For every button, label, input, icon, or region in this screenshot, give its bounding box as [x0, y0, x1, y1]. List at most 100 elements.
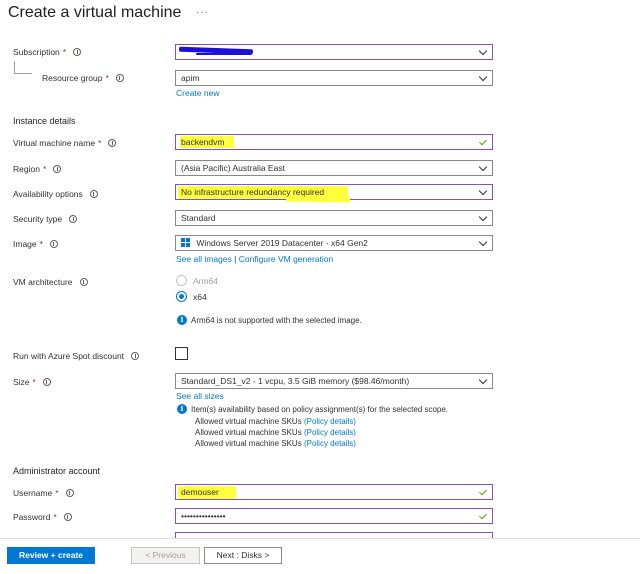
- info-icon[interactable]: [108, 139, 117, 147]
- previous-button[interactable]: < Previous: [131, 547, 200, 564]
- password-label-text: Password: [13, 512, 51, 522]
- policy-line-text: Allowed virtual machine SKUs: [195, 439, 302, 448]
- info-icon[interactable]: [131, 352, 140, 360]
- username-value: demouser: [181, 487, 219, 497]
- password-label: Password *: [13, 512, 72, 522]
- image-links: See all images | Configure VM generation: [176, 254, 333, 264]
- windows-logo-icon: [181, 238, 190, 247]
- info-icon[interactable]: [89, 190, 98, 198]
- size-value: Standard_DS1_v2 - 1 vcpu, 3.5 GiB memory…: [181, 376, 410, 386]
- info-icon[interactable]: [53, 165, 62, 173]
- required-marker: *: [53, 512, 57, 522]
- info-icon[interactable]: [65, 489, 74, 497]
- required-marker: *: [62, 47, 67, 57]
- region-label: Region *: [13, 164, 62, 174]
- chevron-down-icon: [478, 237, 488, 247]
- checkmark-icon: [479, 137, 487, 146]
- x64-radio-label: x64: [193, 292, 207, 302]
- password-value: •••••••••••••••: [181, 511, 226, 521]
- region-label-text: Region: [13, 164, 40, 174]
- x64-radio[interactable]: [176, 291, 187, 302]
- security-type-value: Standard: [181, 213, 216, 223]
- more-options-icon[interactable]: ···: [196, 7, 209, 18]
- availability-label-text: Availability options: [13, 189, 83, 199]
- redaction-scribble: [196, 53, 252, 55]
- chevron-down-icon: [478, 186, 488, 196]
- availability-dropdown[interactable]: No infrastructure redundancy required: [175, 184, 493, 203]
- vm-name-label-text: Virtual machine name: [13, 138, 96, 148]
- resource-group-label-text: Resource group: [42, 73, 103, 83]
- username-input[interactable]: demouser: [175, 484, 493, 500]
- checkmark-icon: [479, 511, 487, 520]
- policy-line-text: Allowed virtual machine SKUs: [195, 417, 302, 426]
- required-marker: *: [105, 73, 109, 83]
- required-marker: *: [39, 239, 43, 249]
- policy-details-link[interactable]: (Policy details): [304, 428, 356, 437]
- size-label-text: Size: [13, 377, 30, 387]
- chevron-down-icon: [478, 72, 488, 82]
- info-icon[interactable]: [73, 48, 82, 56]
- region-dropdown[interactable]: (Asia Pacific) Australia East: [175, 160, 493, 176]
- required-marker: *: [32, 377, 36, 387]
- image-label-text: Image: [13, 239, 37, 249]
- instance-details-heading: Instance details: [13, 116, 76, 126]
- info-icon[interactable]: [69, 215, 78, 223]
- page-title: Create a virtual machine: [8, 4, 182, 21]
- security-type-label: Security type: [13, 214, 78, 224]
- vm-architecture-label: VM architecture: [13, 277, 88, 287]
- see-all-images-link[interactable]: See all images: [176, 254, 232, 264]
- review-create-button[interactable]: Review + create: [7, 547, 95, 564]
- chevron-down-icon: [478, 375, 488, 385]
- size-policy-note: Item(s) availability based on policy ass…: [191, 405, 449, 414]
- info-filled-icon: i: [177, 404, 187, 414]
- subscription-label-text: Subscription: [13, 47, 60, 57]
- policy-line: Allowed virtual machine SKUs (Policy det…: [195, 417, 356, 426]
- info-icon[interactable]: [79, 278, 88, 286]
- vm-architecture-label-text: VM architecture: [13, 277, 73, 287]
- required-marker: *: [42, 164, 47, 174]
- size-dropdown[interactable]: Standard_DS1_v2 - 1 vcpu, 3.5 GiB memory…: [175, 373, 493, 389]
- vm-name-value: backendvm: [181, 137, 225, 147]
- configure-vm-generation-link[interactable]: Configure VM generation: [239, 254, 334, 264]
- availability-label: Availability options: [13, 189, 98, 199]
- tree-connector: [14, 61, 15, 73]
- resource-group-value: apim: [181, 73, 200, 83]
- arm64-radio[interactable]: [176, 275, 187, 286]
- policy-line-text: Allowed virtual machine SKUs: [195, 428, 302, 437]
- resource-group-dropdown[interactable]: apim: [175, 70, 493, 86]
- vm-name-input[interactable]: backendvm: [175, 134, 493, 150]
- policy-details-link[interactable]: (Policy details): [304, 439, 356, 448]
- availability-value: No infrastructure redundancy required: [181, 187, 325, 197]
- chevron-down-icon: [478, 162, 488, 172]
- resource-group-label: Resource group *: [42, 73, 124, 83]
- password-input[interactable]: •••••••••••••••: [175, 508, 493, 524]
- security-type-dropdown[interactable]: Standard: [175, 210, 493, 226]
- policy-details-link[interactable]: (Policy details): [304, 417, 356, 426]
- vm-name-label: Virtual machine name *: [13, 138, 117, 148]
- spot-checkbox[interactable]: [175, 347, 188, 360]
- subscription-label: Subscription *: [13, 47, 82, 57]
- required-marker: *: [98, 138, 102, 148]
- chevron-down-icon: [478, 46, 488, 56]
- info-filled-icon: i: [177, 315, 187, 325]
- next-disks-button[interactable]: Next : Disks >: [204, 547, 282, 564]
- size-label: Size *: [13, 377, 51, 387]
- required-marker: *: [55, 488, 59, 498]
- image-value: Windows Server 2019 Datacenter - x64 Gen…: [196, 238, 368, 248]
- security-type-label-text: Security type: [13, 214, 63, 224]
- info-icon[interactable]: [63, 513, 72, 521]
- image-dropdown[interactable]: Windows Server 2019 Datacenter - x64 Gen…: [175, 235, 493, 251]
- info-icon[interactable]: [115, 74, 124, 82]
- subscription-dropdown[interactable]: [175, 44, 493, 60]
- highlight-marker: [285, 196, 351, 203]
- info-icon[interactable]: [42, 378, 51, 386]
- spot-label: Run with Azure Spot discount: [13, 351, 140, 361]
- info-icon[interactable]: [49, 240, 58, 248]
- policy-line: Allowed virtual machine SKUs (Policy det…: [195, 439, 356, 448]
- architecture-note: Arm64 is not supported with the selected…: [191, 316, 362, 325]
- see-all-sizes-link[interactable]: See all sizes: [176, 391, 224, 401]
- checkmark-icon: [479, 487, 487, 496]
- username-label-text: Username: [13, 488, 53, 498]
- create-new-link[interactable]: Create new: [176, 88, 219, 98]
- region-value: (Asia Pacific) Australia East: [181, 163, 285, 173]
